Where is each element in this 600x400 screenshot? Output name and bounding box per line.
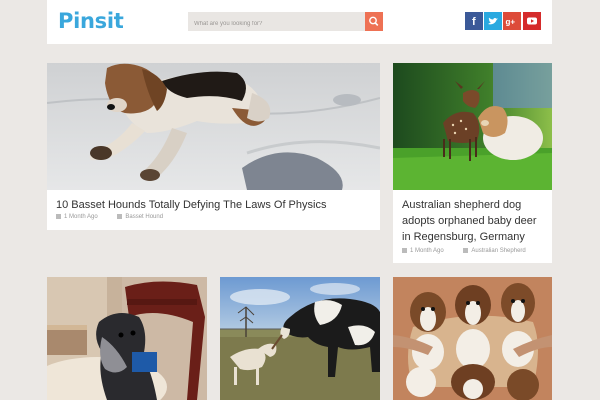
post-card[interactable]	[393, 277, 552, 400]
post-image[interactable]	[47, 277, 207, 400]
beagle-puppies-photo	[393, 277, 552, 400]
search-input[interactable]	[188, 14, 364, 34]
tag-icon	[117, 214, 123, 219]
post-card[interactable]: Australian shepherd dog adopts orphaned …	[393, 63, 552, 263]
youtube-icon	[527, 17, 537, 25]
post-image[interactable]	[220, 277, 380, 400]
svg-text:f: f	[472, 16, 476, 28]
site-header: Pinsit f g+	[47, 0, 552, 44]
post-date: 1 Month Ago	[64, 214, 98, 221]
post-date: 1 Month Ago	[410, 248, 444, 255]
tag-icon	[463, 248, 469, 253]
post-tag[interactable]: Basset Hound	[125, 214, 163, 220]
post-title[interactable]: Australian shepherd dog adopts orphaned …	[402, 197, 547, 245]
tag-info: Basset Hound	[117, 214, 163, 220]
twitter-icon	[488, 17, 498, 25]
search-icon	[369, 16, 379, 26]
post-meta: 1 Month Ago Australian Shepherd	[402, 248, 526, 254]
search-button[interactable]	[365, 12, 383, 31]
search-bar	[188, 12, 383, 34]
dog-and-cow-photo	[220, 277, 380, 400]
site-logo[interactable]: Pinsit	[58, 9, 124, 33]
date-info: 1 Month Ago	[402, 248, 444, 254]
post-tag[interactable]: Australian Shepherd	[471, 248, 525, 254]
schnauzer-photo	[47, 277, 207, 400]
google-plus-icon: g+	[506, 18, 516, 27]
svg-text:g+: g+	[506, 18, 516, 27]
date-info: 1 Month Ago	[56, 214, 98, 220]
post-card[interactable]	[47, 277, 207, 400]
calendar-icon	[402, 248, 407, 253]
calendar-icon	[56, 214, 61, 219]
post-image[interactable]	[393, 63, 552, 190]
facebook-button[interactable]: f	[465, 12, 483, 30]
post-title[interactable]: 10 Basset Hounds Totally Defying The Law…	[56, 197, 326, 213]
twitter-button[interactable]	[484, 12, 502, 30]
post-image[interactable]	[393, 277, 552, 400]
dog-and-deer-photo	[393, 63, 552, 190]
facebook-icon: f	[472, 16, 476, 28]
google-plus-button[interactable]: g+	[503, 12, 521, 30]
basset-hound-photo	[47, 63, 380, 190]
youtube-button[interactable]	[523, 12, 541, 30]
tag-info: Australian Shepherd	[463, 248, 526, 254]
post-card[interactable]	[220, 277, 380, 400]
post-card[interactable]: 10 Basset Hounds Totally Defying The Law…	[47, 63, 380, 230]
post-meta: 1 Month Ago Basset Hound	[56, 214, 163, 220]
post-image[interactable]	[47, 63, 380, 190]
